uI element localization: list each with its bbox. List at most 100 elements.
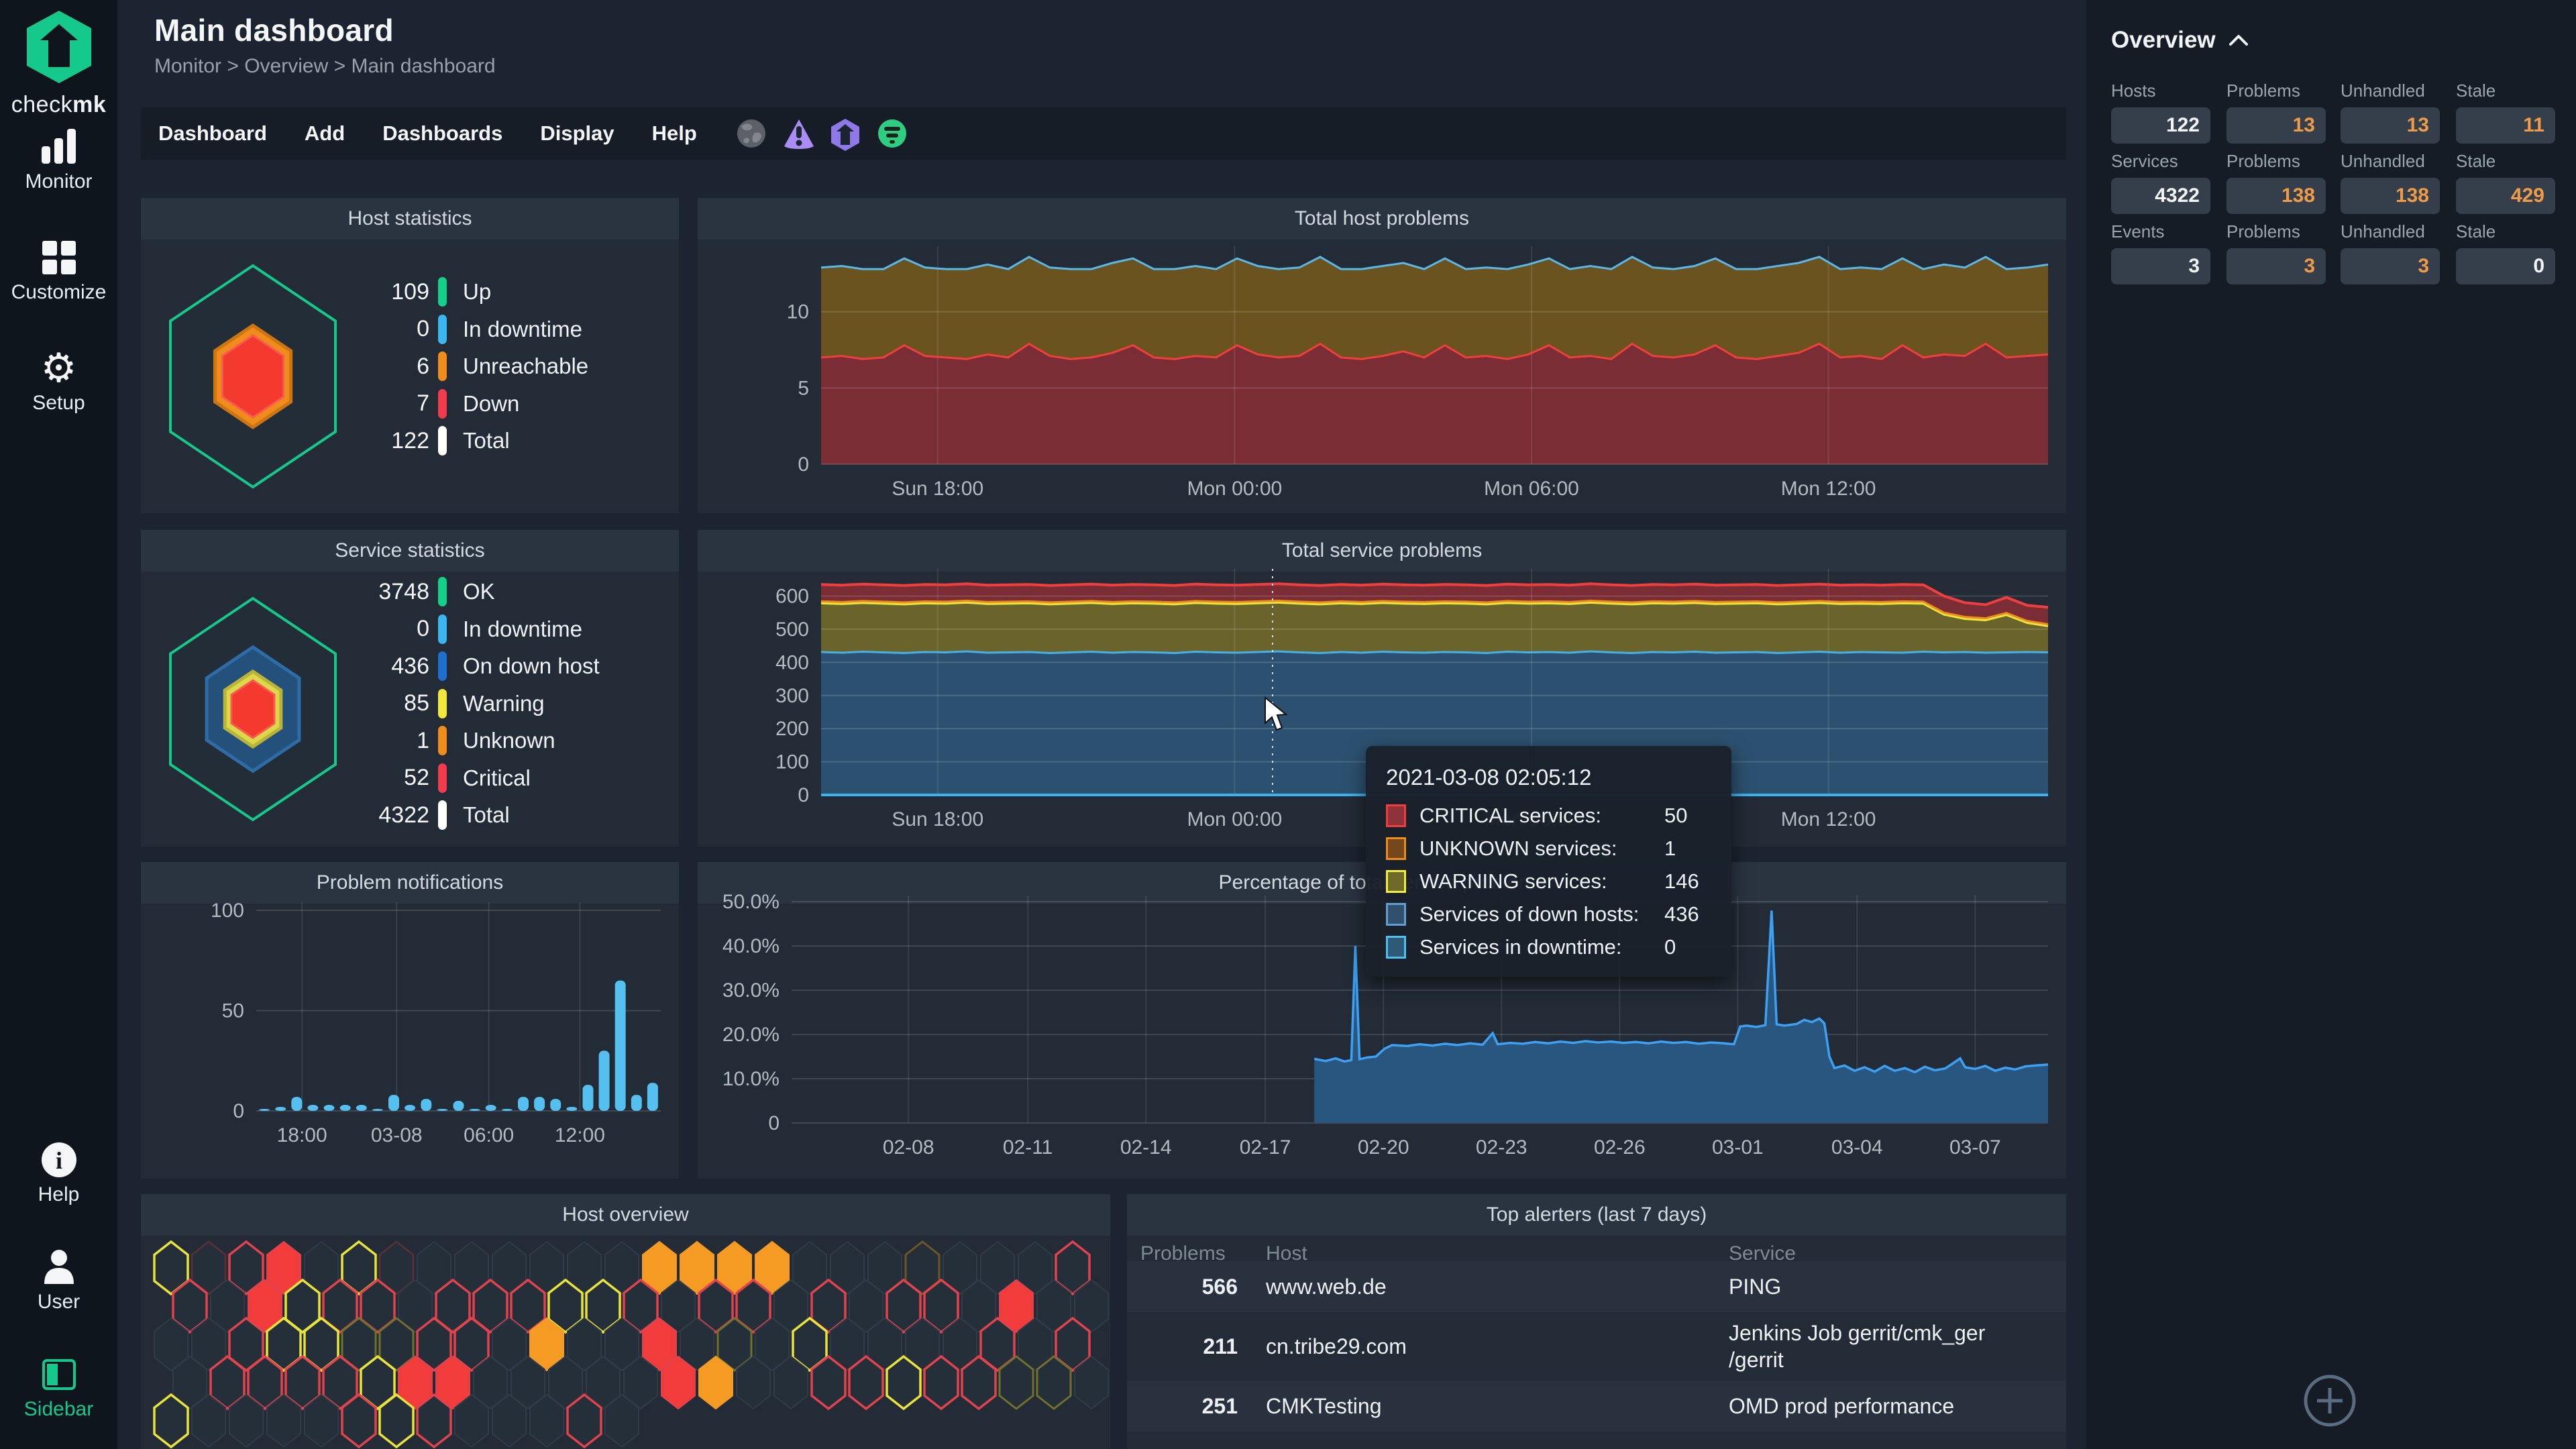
host-hexagon[interactable] bbox=[848, 1354, 884, 1411]
total-host-problems-chart[interactable]: Sun 18:00 Mon 00:00 Mon 06:00 Mon 12:00 0 5 10 bbox=[698, 198, 2066, 513]
sidebar-item-label: User bbox=[37, 1291, 80, 1313]
tooltip-label: Services in downtime: bbox=[1419, 935, 1622, 959]
sidebar-item-customize[interactable]: Customize bbox=[0, 237, 117, 304]
legend-item-in-downtime[interactable]: 0 In downtime bbox=[309, 611, 582, 647]
host-hexagon[interactable] bbox=[566, 1393, 602, 1449]
legend-label: OK bbox=[463, 579, 495, 604]
legend-item-in-downtime[interactable]: 0 In downtime bbox=[309, 311, 582, 347]
legend-color-bar bbox=[438, 426, 447, 455]
legend-count: 109 bbox=[391, 278, 429, 305]
warning-triangle-icon[interactable] bbox=[783, 118, 814, 149]
legend-item-unknown[interactable]: 1 Unknown bbox=[309, 722, 555, 759]
sidebar-item-setup[interactable]: ⚙ Setup bbox=[0, 347, 117, 415]
overview-cell-value: 429 bbox=[2510, 184, 2544, 207]
legend-color-bar bbox=[438, 577, 447, 606]
panel-title-top-alerters: Top alerters (last 7 days) bbox=[1486, 1203, 1707, 1226]
legend-item-unreachable[interactable]: 6 Unreachable bbox=[309, 348, 588, 384]
overview-header[interactable]: Overview bbox=[2111, 27, 2249, 54]
legend-item-on-down-host[interactable]: 436 On down host bbox=[309, 648, 600, 684]
legend-label: Down bbox=[463, 390, 520, 416]
host-overview-hexgrid[interactable] bbox=[141, 1194, 1110, 1449]
table-row[interactable]: 566 www.web.de PING bbox=[1140, 1261, 2053, 1312]
table-row[interactable]: 211 cn.tribe29.com Jenkins Job gerrit/cmk_… bbox=[1140, 1312, 2053, 1381]
sidebar-item-sidebar[interactable]: Sidebar bbox=[0, 1354, 117, 1421]
overview-cell-value: 13 bbox=[2406, 114, 2429, 136]
menu-item-dashboards[interactable]: Dashboards bbox=[382, 121, 502, 146]
host-hexagon[interactable] bbox=[961, 1354, 997, 1411]
notification-bar bbox=[485, 1105, 496, 1111]
overview-cell-unhandled[interactable]: 3 bbox=[2341, 248, 2440, 284]
tooltip-label: CRITICAL services: bbox=[1419, 804, 1602, 827]
legend-count: 52 bbox=[404, 765, 429, 790]
overview-cell-stale[interactable]: 0 bbox=[2456, 248, 2555, 284]
legend-count: 85 bbox=[404, 690, 429, 716]
checkmk-hexagon-icon[interactable] bbox=[830, 118, 861, 151]
overview-cell-value: 138 bbox=[2395, 184, 2429, 207]
svg-text:i: i bbox=[55, 1147, 62, 1174]
notification-bar bbox=[421, 1099, 432, 1111]
legend-item-up[interactable]: 109 Up bbox=[309, 274, 491, 310]
tooltip-row: WARNING services: 146 bbox=[1386, 869, 1711, 894]
overview-cell-value: 4322 bbox=[2155, 184, 2200, 207]
menu-item-help[interactable]: Help bbox=[652, 121, 697, 146]
host-hexagon[interactable] bbox=[923, 1354, 959, 1411]
y-tick-label: 50.0% bbox=[722, 891, 780, 913]
alerter-host: www.web.de bbox=[1266, 1274, 1387, 1299]
sidebar-item-label: Monitor bbox=[25, 170, 93, 193]
overview-cell-value: 3 bbox=[2418, 255, 2429, 277]
host-hexagon[interactable] bbox=[153, 1393, 189, 1449]
y-tick-label: 50 bbox=[222, 1000, 244, 1022]
legend-item-ok[interactable]: 3748 OK bbox=[309, 574, 495, 610]
legend-item-critical[interactable]: 52 Critical bbox=[309, 760, 531, 796]
tooltip-value: 0 bbox=[1664, 935, 1676, 959]
legend-label: Up bbox=[463, 279, 492, 304]
x-tick-label: 18:00 bbox=[277, 1124, 327, 1146]
menu-bar-icons bbox=[736, 118, 908, 151]
chart-tooltip: 2021-03-08 02:05:12 CRITICAL services: 50… bbox=[1366, 746, 1731, 977]
host-hexagon[interactable] bbox=[416, 1393, 452, 1449]
sidebar-item-help[interactable]: i Help bbox=[0, 1139, 117, 1206]
overview-cell-stale[interactable]: 429 bbox=[2456, 178, 2555, 214]
y-tick-label: 5 bbox=[798, 377, 809, 399]
legend-label: On down host bbox=[463, 653, 600, 678]
host-hexagon[interactable] bbox=[810, 1354, 847, 1411]
add-snapin-button[interactable] bbox=[2302, 1373, 2357, 1428]
left-nav-sidebar: checkmk Monitor Customize ⚙ Setup i Help User S… bbox=[0, 0, 117, 1449]
menu-item-add[interactable]: Add bbox=[305, 121, 345, 146]
legend-item-total[interactable]: 122 Total bbox=[309, 423, 510, 459]
globe-icon[interactable] bbox=[736, 118, 767, 149]
sidebar-item-monitor[interactable]: Monitor bbox=[0, 126, 117, 193]
legend-item-warning[interactable]: 85 Warning bbox=[309, 686, 545, 722]
overview-cell-label: Hosts bbox=[2111, 80, 2156, 101]
host-hexagon[interactable] bbox=[378, 1393, 415, 1449]
overview-cell-events[interactable]: 3 bbox=[2111, 248, 2210, 284]
overview-cell-unhandled[interactable]: 13 bbox=[2341, 107, 2440, 144]
overview-cell-label: Events bbox=[2111, 221, 2165, 241]
overview-cell-services[interactable]: 4322 bbox=[2111, 178, 2210, 214]
overview-cell-label: Stale bbox=[2456, 80, 2496, 101]
panel-total-host-problems: Total host problems Sun 18:00 Mon 00:00 Mon… bbox=[698, 198, 2066, 513]
panel-service-statistics: Service statistics 3748 OK 0 In downtime 436 O… bbox=[141, 530, 679, 847]
overview-cell-problems[interactable]: 138 bbox=[2226, 178, 2326, 214]
overview-cell-hosts[interactable]: 122 bbox=[2111, 107, 2210, 144]
legend-item-down[interactable]: 7 Down bbox=[309, 386, 519, 422]
overview-cell-problems[interactable]: 13 bbox=[2226, 107, 2326, 144]
x-tick-label: 03-01 bbox=[1712, 1136, 1764, 1159]
host-hexagon[interactable] bbox=[885, 1354, 922, 1411]
notification-bar bbox=[501, 1109, 513, 1111]
checkmk-logo[interactable]: checkmk bbox=[0, 9, 117, 118]
overview-cell-stale[interactable]: 11 bbox=[2456, 107, 2555, 144]
overview-cell-problems[interactable]: 3 bbox=[2226, 248, 2326, 284]
problem-notifications-chart[interactable]: 18:00 03-08 06:00 12:00 0 50 100 bbox=[141, 862, 679, 1179]
page-title: Main dashboard bbox=[154, 13, 394, 48]
menu-item-display[interactable]: Display bbox=[540, 121, 614, 146]
menu-item-dashboard[interactable]: Dashboard bbox=[158, 121, 267, 146]
legend-item-total[interactable]: 4322 Total bbox=[309, 797, 510, 833]
host-hexagon[interactable] bbox=[341, 1393, 377, 1449]
filter-rows-icon[interactable] bbox=[877, 118, 908, 149]
overview-cell-unhandled[interactable]: 138 bbox=[2341, 178, 2440, 214]
table-row[interactable]: 251 CMKTesting OMD prod performance bbox=[1140, 1381, 2053, 1432]
overview-cell-label: Problems bbox=[2226, 80, 2300, 101]
sidebar-item-user[interactable]: User bbox=[0, 1246, 117, 1313]
breadcrumb[interactable]: Monitor > Overview > Main dashboard bbox=[154, 55, 496, 78]
